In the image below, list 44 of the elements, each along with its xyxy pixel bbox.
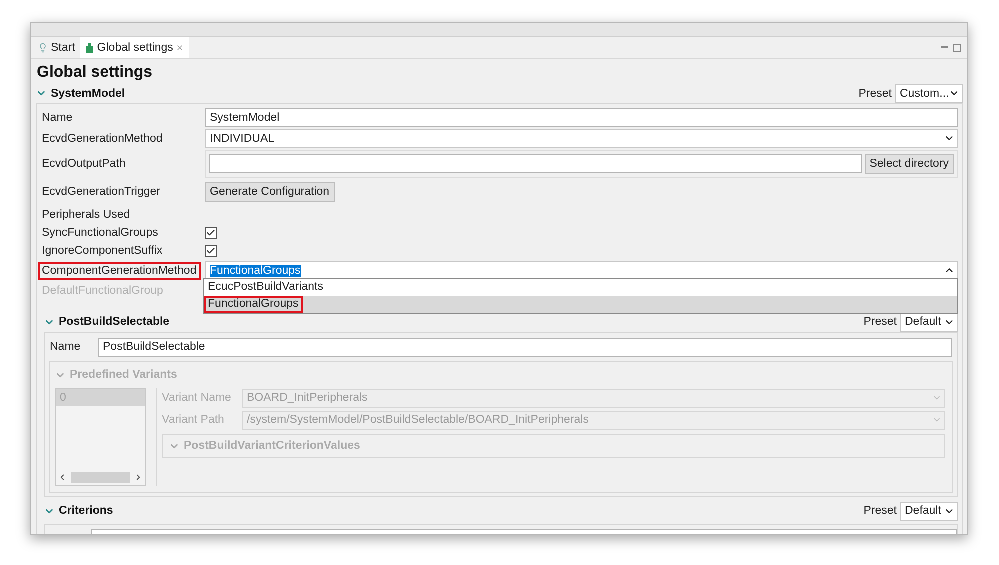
field-label: Name [50,341,82,353]
checkbox[interactable] [205,227,217,239]
page-title: Global settings [37,64,154,82]
group-title: PostBuildVariantCriterionValues [184,440,360,452]
field-label: ComponentGenerationMethod [38,262,201,280]
preset-label: Preset [864,316,897,328]
editor-tab[interactable]: Global settings [80,37,190,58]
document-icon [85,42,94,52]
section-title: PostBuildSelectable [59,316,170,328]
generate-button[interactable]: Generate Configuration [205,182,335,202]
minimize-icon[interactable] [941,46,948,49]
preset-dropdown[interactable]: Default [900,502,958,520]
field-label: Peripherals Used [41,208,132,222]
dropdown-field[interactable]: INDIVIDUAL [205,129,958,148]
selected-text: INDIVIDUAL [210,132,275,144]
option-label: FunctionalGroups [204,296,303,313]
field-label: DefaultFunctionalGroup [41,284,164,298]
preset-label: Preset [864,505,897,517]
maximize-icon[interactable] [953,44,961,52]
field-label: EcvdOutputPath [41,156,127,172]
field-label: IgnoreComponentSuffix [41,244,164,259]
text-field[interactable]: SystemModel [205,108,958,127]
select-directory-button[interactable]: Select directory [864,154,954,174]
group-title: Predefined Variants [70,369,178,381]
scroll-left-icon[interactable] [58,473,67,482]
field-label: Variant Path [162,414,226,426]
close-icon[interactable] [176,44,184,52]
preset-dropdown[interactable]: Custom... [895,84,963,103]
preset-label: Preset [858,88,892,100]
dropdown-option[interactable]: FunctionalGroups [204,296,957,313]
field-label: EcvdGenerationMethod [41,132,164,146]
section-title: SystemModel [51,88,126,100]
field-label: EcvdGenerationTrigger [41,184,162,200]
scroll-right-icon[interactable] [134,473,143,482]
section-title: Criterions [59,505,114,517]
option-label: EcucPostBuildVariants [207,280,324,295]
text-field[interactable]: PostBuildSelectable [98,338,952,356]
checkbox[interactable] [205,245,217,257]
field-label: SyncFunctionalGroups [41,226,160,241]
lightbulb-icon [38,42,48,52]
editor-tab[interactable]: Start [33,37,80,58]
scrollbar-thumb[interactable] [71,472,130,483]
field-label: Name [41,110,74,126]
field-label: Variant Name [162,392,232,404]
